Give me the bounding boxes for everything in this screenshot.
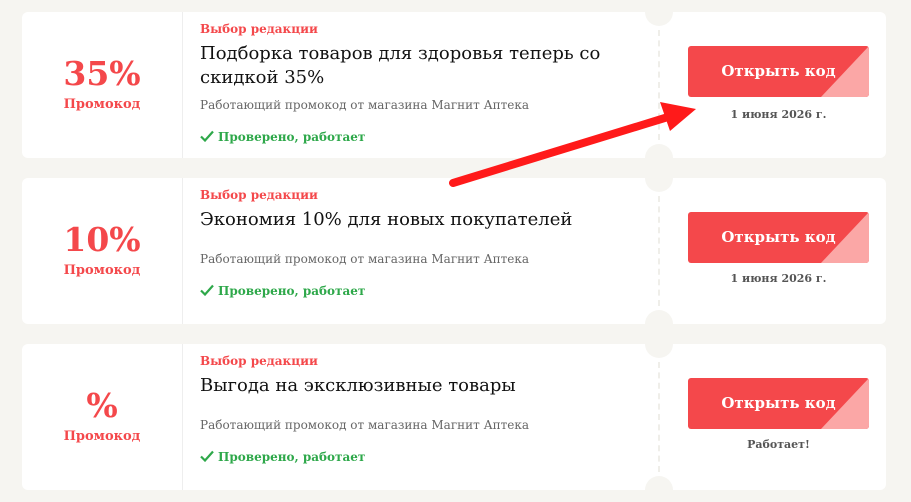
discount-type-label: Промокод xyxy=(63,97,141,112)
verified-status: Проверено, работает xyxy=(200,130,365,144)
verified-label: Проверено, работает xyxy=(218,130,366,144)
coupon-title: Выгода на эксклюзивные товары xyxy=(200,375,516,396)
verified-status: Проверено, работает xyxy=(200,284,365,298)
check-icon xyxy=(200,284,214,296)
coupon-action: Открыть код 1 июня 2026 г. xyxy=(688,12,870,158)
verified-label: Проверено, работает xyxy=(218,450,366,464)
verified-label: Проверено, работает xyxy=(218,284,366,298)
editors-choice-badge: Выбор редакции xyxy=(200,354,318,368)
discount-block: 35% Промокод xyxy=(22,12,183,158)
discount-type-label: Промокод xyxy=(63,429,141,444)
coupon-info: Выбор редакции Экономия 10% для новых по… xyxy=(200,178,660,324)
discount-type-label: Промокод xyxy=(63,263,141,278)
discount-value: 10% xyxy=(63,220,141,259)
discount-value: 35% xyxy=(63,54,141,93)
open-code-label: Открыть код xyxy=(721,62,836,80)
check-icon xyxy=(200,130,214,142)
coupon-info: Выбор редакции Выгода на эксклюзивные то… xyxy=(200,344,660,490)
open-code-button[interactable]: Открыть код xyxy=(688,212,869,263)
coupon-description: Работающий промокод от магазина Магнит А… xyxy=(200,98,530,112)
editors-choice-badge: Выбор редакции xyxy=(200,188,318,202)
open-code-label: Открыть код xyxy=(721,228,836,246)
coupon-info: Выбор редакции Подборка товаров для здор… xyxy=(200,12,660,158)
coupon-title: Подборка товаров для здоровья теперь со … xyxy=(200,43,601,88)
check-icon xyxy=(200,450,214,462)
expiry-date: 1 июня 2026 г. xyxy=(730,272,827,285)
coupon-card: % Промокод Выбор редакции Выгода на экск… xyxy=(22,330,886,502)
expiry-date: 1 июня 2026 г. xyxy=(730,108,827,121)
coupon-list: 35% Промокод Выбор редакции Подборка тов… xyxy=(0,0,911,502)
coupon-title: Экономия 10% для новых покупателей xyxy=(200,209,573,230)
open-code-label: Открыть код xyxy=(721,394,836,412)
verified-status: Проверено, работает xyxy=(200,450,365,464)
coupon-action: Открыть код 1 июня 2026 г. xyxy=(688,178,870,324)
editors-choice-badge: Выбор редакции xyxy=(200,22,318,36)
discount-block: 10% Промокод xyxy=(22,178,183,324)
coupon-description: Работающий промокод от магазина Магнит А… xyxy=(200,252,530,266)
discount-block: % Промокод xyxy=(22,344,183,490)
open-code-button[interactable]: Открыть код xyxy=(688,378,869,429)
coupon-action: Открыть код Работает! xyxy=(688,344,870,490)
coupon-description: Работающий промокод от магазина Магнит А… xyxy=(200,418,530,432)
working-status: Работает! xyxy=(747,438,810,451)
discount-value: % xyxy=(86,386,118,425)
coupon-card: 10% Промокод Выбор редакции Экономия 10%… xyxy=(22,164,886,338)
coupon-card: 35% Промокод Выбор редакции Подборка тов… xyxy=(22,0,886,172)
open-code-button[interactable]: Открыть код xyxy=(688,46,869,97)
